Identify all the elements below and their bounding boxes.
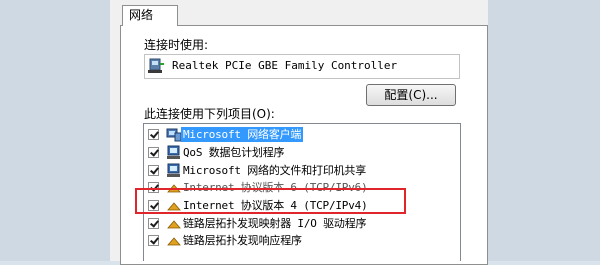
protocol-icon [167, 220, 181, 229]
checkbox[interactable] [148, 182, 159, 193]
checkbox[interactable] [148, 235, 159, 246]
list-item-label: Internet 协议版本 6 (TCP/IPv6) [183, 181, 368, 194]
checkbox[interactable] [148, 218, 159, 229]
adapter-field: Realtek PCIe GBE Family Controller [144, 54, 460, 79]
connect-using-label: 连接时使用: [144, 38, 209, 52]
protocol-icon [167, 237, 181, 246]
tab-networking[interactable]: 网络 [122, 5, 178, 26]
network-client-icon [166, 128, 182, 142]
network-adapter-icon [148, 58, 164, 73]
components-list[interactable]: Microsoft 网络客户端 QoS 数据包计划程序 Microsoft 网络… [143, 123, 461, 261]
protocol-icon [167, 184, 181, 193]
list-item-lltd-responder[interactable]: 链路层拓扑发现响应程序 [144, 232, 460, 249]
list-item-label: 链路层拓扑发现响应程序 [183, 234, 302, 247]
protocol-icon [167, 202, 181, 211]
checkbox[interactable] [148, 200, 159, 211]
background-left [0, 0, 110, 261]
list-item-ipv6[interactable]: Internet 协议版本 6 (TCP/IPv6) [144, 179, 460, 196]
list-item-ipv4[interactable]: Internet 协议版本 4 (TCP/IPv4) [144, 197, 460, 214]
list-item-ms-network-client[interactable]: Microsoft 网络客户端 [144, 126, 460, 143]
background-right [488, 0, 600, 261]
list-item-file-printer-sharing[interactable]: Microsoft 网络的文件和打印机共享 [144, 162, 460, 179]
checkbox[interactable] [148, 147, 159, 158]
items-label: 此连接使用下列项目(O): [144, 107, 275, 121]
adapter-name: Realtek PCIe GBE Family Controller [172, 59, 398, 72]
configure-button[interactable]: 配置(C)... [366, 84, 456, 106]
list-item-label: QoS 数据包计划程序 [183, 146, 285, 159]
checkbox[interactable] [148, 129, 159, 140]
list-item-qos-scheduler[interactable]: QoS 数据包计划程序 [144, 144, 460, 161]
checkbox[interactable] [148, 165, 159, 176]
file-printer-sharing-icon [167, 163, 180, 177]
list-item-lltd-mapper[interactable]: 链路层拓扑发现映射器 I/O 驱动程序 [144, 215, 460, 232]
list-item-label: Internet 协议版本 4 (TCP/IPv4) [183, 199, 368, 212]
qos-scheduler-icon [167, 145, 180, 159]
list-item-label: Microsoft 网络的文件和打印机共享 [183, 164, 367, 177]
list-item-label: 链路层拓扑发现映射器 I/O 驱动程序 [183, 217, 367, 230]
list-item-label: Microsoft 网络客户端 [181, 127, 304, 142]
